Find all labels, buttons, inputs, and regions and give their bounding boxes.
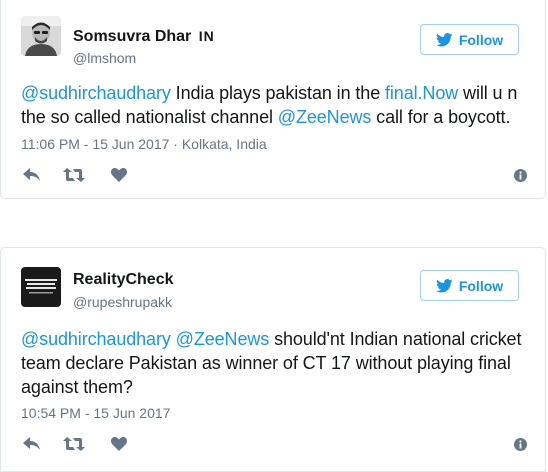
tweet-card: Somsuvra Dhar IN @lmshom Follow @sudhirc… xyxy=(0,0,546,199)
avatar-photo-icon xyxy=(21,16,61,56)
follow-button[interactable]: Follow xyxy=(420,270,519,301)
reply-button[interactable] xyxy=(23,435,41,453)
mention-link[interactable]: @ZeeNews xyxy=(176,329,270,349)
author-name[interactable]: RealityCheck xyxy=(73,271,174,289)
reply-button[interactable] xyxy=(23,166,41,184)
twitter-bird-icon xyxy=(435,32,453,46)
reply-icon xyxy=(23,437,40,450)
mention-link[interactable]: @sudhirchaudhary xyxy=(21,329,171,349)
author-name[interactable]: Somsuvra Dhar IN xyxy=(73,28,215,46)
info-icon xyxy=(514,437,527,451)
tweet-card: RealityCheck @rupeshrupakk Follow @sudhi… xyxy=(0,247,546,472)
follow-button-label: Follow xyxy=(458,277,504,294)
heart-icon xyxy=(111,168,127,182)
tweet-timestamp[interactable]: 10:54 PM - 15 Jun 2017 xyxy=(21,405,170,421)
tweet-text: @sudhirchaudhary India plays pakistan in… xyxy=(21,81,526,129)
mention-link[interactable]: @sudhirchaudhary xyxy=(21,83,171,103)
retweet-icon xyxy=(63,437,85,451)
mention-link[interactable]: @ZeeNews xyxy=(278,107,372,127)
avatar[interactable] xyxy=(21,16,61,56)
follow-button-label: Follow xyxy=(458,31,504,48)
tweet-text-segment: India plays pakistan in the xyxy=(170,83,385,103)
like-button[interactable] xyxy=(111,166,127,184)
follow-button[interactable]: Follow xyxy=(420,24,519,55)
tweet-text-segment: call for a boycott. xyxy=(371,107,511,127)
author-handle[interactable]: @rupeshrupakk xyxy=(73,294,172,310)
tweet-actions xyxy=(23,166,529,184)
avatar-quote-card-icon xyxy=(21,267,61,307)
retweet-icon xyxy=(63,168,85,182)
avatar[interactable] xyxy=(21,267,61,307)
author-name-text[interactable]: Somsuvra Dhar xyxy=(73,28,191,45)
info-icon xyxy=(514,168,527,182)
like-button[interactable] xyxy=(111,435,127,453)
author-badge: IN xyxy=(198,28,215,44)
inline-link[interactable]: final.Now xyxy=(385,83,458,103)
more-info-button[interactable] xyxy=(514,435,527,453)
twitter-bird-icon xyxy=(435,278,453,292)
retweet-button[interactable] xyxy=(63,435,85,453)
retweet-button[interactable] xyxy=(63,166,85,184)
heart-icon xyxy=(111,437,127,451)
tweet-timestamp[interactable]: 11:06 PM - 15 Jun 2017 · Kolkata, India xyxy=(21,136,267,152)
author-handle[interactable]: @lmshom xyxy=(73,50,136,66)
more-info-button[interactable] xyxy=(514,166,527,184)
reply-icon xyxy=(23,168,40,181)
tweet-actions xyxy=(23,435,529,453)
tweet-text: @sudhirchaudhary @ZeeNews should'nt Indi… xyxy=(21,327,526,399)
